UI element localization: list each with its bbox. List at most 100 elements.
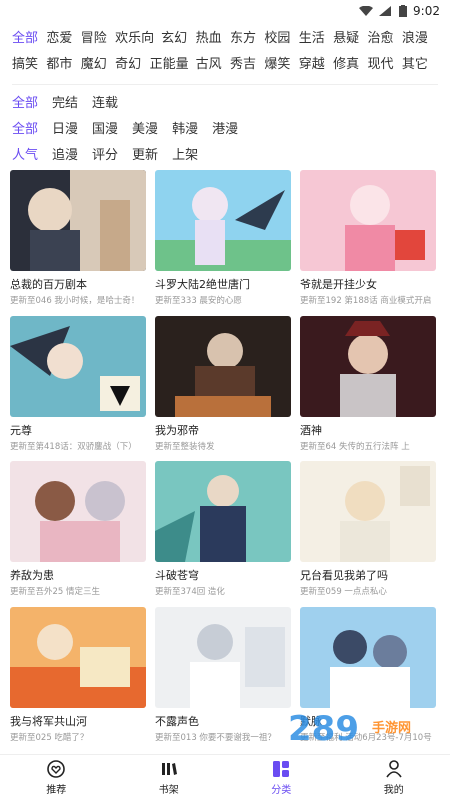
comic-cover[interactable] bbox=[10, 315, 146, 417]
category-chip[interactable]: 恋爱 bbox=[46, 26, 80, 52]
user-icon bbox=[386, 760, 402, 778]
comic-update: 更新至046 我小时候，是哈士奇！ bbox=[10, 296, 140, 306]
category-chip[interactable]: 生活 bbox=[299, 26, 333, 52]
comic-title: 酒神 bbox=[300, 423, 322, 437]
category-chip[interactable]: 悬疑 bbox=[333, 26, 367, 52]
comic-cover[interactable] bbox=[300, 170, 436, 271]
comic-card[interactable]: 我与将军共山河 更新至025 吃醋了？ bbox=[10, 606, 146, 748]
category-chip[interactable]: 东方 bbox=[230, 26, 264, 52]
comic-title: 爷就是开挂少女 bbox=[300, 278, 377, 291]
comic-update: 更新至第418话：双骄鏖战（下） bbox=[10, 441, 137, 452]
comic-card[interactable]: 总裁的百万剧本 更新至046 我小时候，是哈士奇！ bbox=[10, 170, 146, 311]
tab-label: 分类 bbox=[271, 785, 292, 796]
divider bbox=[12, 84, 438, 85]
category-filter: 全部 恋爱 冒险 欢乐向 玄幻 热血 东方 校园 生活 悬疑 治愈 浪漫 搞笑 … bbox=[12, 26, 438, 78]
comic-card[interactable]: 酒神 更新至64 失传的五行法阵 上 bbox=[300, 315, 436, 457]
comic-cover[interactable] bbox=[155, 606, 291, 708]
category-chip[interactable]: 修真 bbox=[333, 52, 367, 78]
region-chip[interactable]: 国漫 bbox=[92, 117, 118, 143]
tab-recommend[interactable]: 推荐 bbox=[0, 755, 113, 800]
wifi-icon bbox=[359, 6, 374, 16]
category-chip[interactable]: 治愈 bbox=[368, 26, 402, 52]
region-chip[interactable]: 日漫 bbox=[52, 117, 78, 143]
bookshelf-icon bbox=[161, 763, 177, 775]
comic-cover[interactable] bbox=[155, 315, 291, 417]
comic-cover[interactable] bbox=[300, 606, 436, 708]
category-chip[interactable]: 正能量 bbox=[150, 52, 196, 78]
signal-icon bbox=[379, 6, 392, 16]
comic-cover[interactable] bbox=[10, 606, 146, 708]
category-chip[interactable]: 穿越 bbox=[299, 52, 333, 78]
comic-cover[interactable] bbox=[155, 170, 291, 271]
sort-chip[interactable]: 上架 bbox=[172, 143, 198, 169]
status-time: 9:02 bbox=[413, 4, 440, 18]
category-chip[interactable]: 热血 bbox=[196, 26, 230, 52]
tab-category[interactable]: 分类 bbox=[225, 755, 338, 800]
comic-update: 更新至吾外25 情定三生 bbox=[10, 587, 101, 597]
comic-title: 兄台看见我弟了吗 bbox=[300, 569, 388, 582]
sort-filter: 人气 追漫 评分 更新 上架 bbox=[12, 143, 438, 169]
category-chip[interactable]: 魔幻 bbox=[81, 52, 115, 78]
status-chip[interactable]: 完结 bbox=[52, 91, 78, 117]
sort-chip[interactable]: 追漫 bbox=[52, 143, 78, 169]
sort-chip[interactable]: 评分 bbox=[92, 143, 118, 169]
category-chip[interactable]: 秀吉 bbox=[230, 52, 264, 78]
comic-card[interactable]: 养敌为患 更新至吾外25 情定三生 bbox=[10, 461, 146, 602]
category-chip[interactable]: 都市 bbox=[46, 52, 80, 78]
comic-card[interactable]: 斗罗大陆2绝世唐门 更新至333 晨安的心愿 bbox=[155, 170, 291, 311]
comic-card[interactable]: 元尊 更新至第418话：双骄鏖战（下） bbox=[10, 315, 146, 457]
comic-update: 更新至整装待发 bbox=[155, 441, 215, 452]
tab-bookshelf[interactable]: 书架 bbox=[113, 755, 226, 800]
comic-card[interactable]: 爷就是开挂少女 更新至192 第188话 商业模式开启 bbox=[300, 170, 436, 311]
category-chip[interactable]: 其它 bbox=[402, 52, 436, 78]
comic-update: 更新至025 吃醋了？ bbox=[10, 732, 89, 743]
tab-mine[interactable]: 我的 bbox=[338, 755, 450, 800]
category-chip[interactable]: 奇幻 bbox=[115, 52, 149, 78]
comic-title: 养敌为患 bbox=[10, 569, 54, 582]
comic-cover[interactable] bbox=[10, 461, 146, 562]
comic-title: 总裁的百万剧本 bbox=[10, 278, 87, 291]
comic-grid: 总裁的百万剧本 更新至046 我小时候，是哈士奇！ 斗罗大陆2绝世唐门 更新至3… bbox=[10, 170, 440, 752]
category-chip[interactable]: 冒险 bbox=[81, 26, 115, 52]
comic-update: 更新至374回 造化 bbox=[155, 587, 225, 597]
region-chip[interactable]: 美漫 bbox=[132, 117, 158, 143]
comic-cover[interactable] bbox=[155, 461, 291, 562]
comic-title: 斗破苍穹 bbox=[155, 569, 199, 582]
heart-icon bbox=[47, 760, 66, 778]
category-chip[interactable]: 古风 bbox=[196, 52, 230, 78]
category-chip[interactable]: 玄幻 bbox=[161, 26, 195, 52]
tab-label: 推荐 bbox=[46, 785, 67, 796]
comic-cover[interactable] bbox=[300, 315, 436, 417]
tab-label: 书架 bbox=[158, 785, 179, 796]
category-chip[interactable]: 现代 bbox=[368, 52, 402, 78]
region-chip[interactable]: 港漫 bbox=[212, 117, 238, 143]
comic-update: 更新至333 晨安的心愿 bbox=[155, 296, 242, 306]
comic-title: 不露声色 bbox=[155, 714, 199, 728]
category-chip[interactable]: 搞笑 bbox=[12, 52, 46, 78]
sort-chip[interactable]: 人气 bbox=[12, 143, 38, 169]
status-chip[interactable]: 连载 bbox=[92, 91, 118, 117]
category-chip[interactable]: 爆笑 bbox=[264, 52, 298, 78]
status-filter: 全部 完结 连载 bbox=[12, 91, 438, 117]
comic-title: 我与将军共山河 bbox=[10, 714, 87, 728]
comic-title: 元尊 bbox=[10, 423, 32, 437]
comic-update: 更新至059 一点点私心 bbox=[300, 587, 387, 597]
comic-card[interactable]: 我为邪帝 更新至整装待发 bbox=[155, 315, 291, 457]
comic-cover[interactable] bbox=[300, 461, 436, 562]
comic-update: 更新至192 第188话 商业模式开启 bbox=[300, 296, 432, 306]
category-chip[interactable]: 浪漫 bbox=[402, 26, 436, 52]
comic-card[interactable]: 兄台看见我弟了吗 更新至059 一点点私心 bbox=[300, 461, 436, 602]
comic-cover[interactable] bbox=[10, 170, 146, 271]
status-chip[interactable]: 全部 bbox=[12, 91, 38, 117]
comic-card[interactable]: 不露声色 更新至013 你要不要谢我一祖？ bbox=[155, 606, 291, 748]
region-filter: 全部 日漫 国漫 美漫 韩漫 港漫 bbox=[12, 117, 438, 143]
category-icon bbox=[273, 761, 290, 777]
category-chip[interactable]: 欢乐向 bbox=[115, 26, 161, 52]
region-chip[interactable]: 韩漫 bbox=[172, 117, 198, 143]
sort-chip[interactable]: 更新 bbox=[132, 143, 158, 169]
region-chip[interactable]: 全部 bbox=[12, 117, 38, 143]
category-chip[interactable]: 校园 bbox=[264, 26, 298, 52]
category-chip[interactable]: 全部 bbox=[12, 26, 46, 52]
comic-card[interactable]: 斗破苍穹 更新至374回 造化 bbox=[155, 461, 291, 602]
comic-update: 更新至64 失传的五行法阵 上 bbox=[300, 441, 410, 452]
